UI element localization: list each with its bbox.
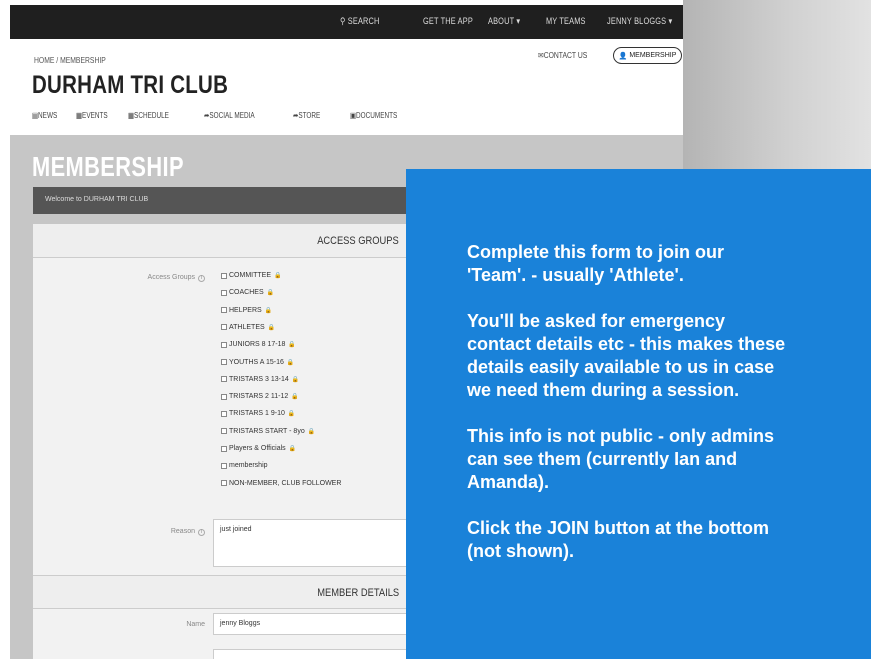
page-title: MEMBERSHIP <box>32 151 184 182</box>
access-group-checkbox[interactable]: ATHLETES 🔒 <box>221 324 275 331</box>
lock-icon: 🔒 <box>288 342 296 349</box>
user-menu[interactable]: JENNY BLOGGS ▾ <box>607 16 672 27</box>
lock-icon: 🔒 <box>288 446 297 452</box>
nav-events[interactable]: ▦EVENTS <box>76 111 108 120</box>
membership-button[interactable]: 👤 MEMBERSHIP <box>613 47 682 64</box>
nav-documents[interactable]: ▣DOCUMENTS <box>350 111 397 120</box>
access-group-checkbox[interactable]: TRISTARS 2 11-12 🔒 <box>221 393 299 400</box>
access-group-label: TRISTARS 3 13-14 <box>229 375 289 383</box>
access-group-label: TRISTARS 1 9-10 <box>229 410 285 418</box>
access-group-label: JUNIORS 8 17-18 <box>229 341 286 349</box>
access-group-label: ATHLETES <box>229 323 265 331</box>
breadcrumb[interactable]: HOME / MEMBERSHIP <box>34 56 106 65</box>
chevron-down-icon: ▾ <box>516 16 521 26</box>
access-group-checkbox[interactable]: JUNIORS 8 17-18 🔒 <box>221 341 296 348</box>
access-group-label: TRISTARS 2 11-12 <box>229 393 289 401</box>
lock-icon: 🔒 <box>286 359 295 366</box>
nav-news[interactable]: ▤NEWS <box>32 111 57 120</box>
contact-us-link[interactable]: ✉CONTACT US <box>538 51 587 60</box>
lock-icon: 🔒 <box>307 428 316 435</box>
checkbox[interactable] <box>221 445 227 452</box>
access-group-label: HELPERS <box>229 306 262 314</box>
lock-icon: 🔒 <box>291 376 300 383</box>
overlay-paragraph-3: This info is not public - only admins can… <box>467 426 775 492</box>
lock-icon: 🔒 <box>264 307 273 314</box>
access-group-checkbox[interactable]: Players & Officials 🔒 <box>221 445 296 452</box>
nav-store[interactable]: ➦STORE <box>293 111 320 120</box>
access-group-checkbox[interactable]: TRISTARS START - 8yo 🔒 <box>221 428 315 435</box>
checkbox[interactable] <box>221 480 227 487</box>
access-group-label: COMMITTEE <box>229 272 271 279</box>
checkbox[interactable] <box>221 359 227 365</box>
checkbox[interactable] <box>221 272 227 279</box>
access-group-checkbox[interactable]: COMMITTEE 🔒 <box>221 272 281 279</box>
checkbox[interactable] <box>221 324 227 331</box>
my-teams-link[interactable]: MY TEAMS <box>546 16 586 26</box>
checkbox[interactable] <box>221 462 227 469</box>
club-header: HOME / MEMBERSHIP DURHAM TRI CLUB ✉CONTA… <box>10 39 683 135</box>
top-navbar: ⚲ SEARCH GET THE APP ABOUT ▾ MY TEAMS JE… <box>10 5 683 39</box>
access-group-checkbox[interactable]: TRISTARS 3 13-14 🔒 <box>221 376 299 383</box>
instructions-overlay: Complete this form to join our 'Team'. - … <box>406 169 871 659</box>
checkbox[interactable] <box>221 393 227 400</box>
overlay-paragraph-2: You'll be asked for emergency contact det… <box>467 311 786 400</box>
info-icon: i <box>198 275 205 282</box>
name-label: Name <box>186 621 205 628</box>
access-group-label: membership <box>229 462 268 470</box>
access-group-label: YOUTHS A 15-16 <box>229 358 284 366</box>
access-group-label: COACHES <box>229 289 264 297</box>
nav-social-media[interactable]: ➦SOCIAL MEDIA <box>204 111 255 120</box>
access-group-label: TRISTARS START - 8yo <box>229 427 305 435</box>
checkbox[interactable] <box>221 289 227 296</box>
checkbox[interactable] <box>221 410 227 417</box>
checkbox[interactable] <box>221 307 227 314</box>
search-link[interactable]: ⚲ SEARCH <box>340 16 380 27</box>
nav-schedule[interactable]: ▦SCHEDULE <box>128 111 169 120</box>
get-app-link[interactable]: GET THE APP <box>423 16 473 26</box>
user-icon: 👤 <box>618 52 628 60</box>
lock-icon: 🔒 <box>291 394 299 401</box>
lock-icon: 🔒 <box>267 324 276 331</box>
lock-icon: 🔒 <box>274 273 282 279</box>
club-name[interactable]: DURHAM TRI CLUB <box>32 71 228 100</box>
checkbox[interactable] <box>221 341 227 348</box>
access-group-checkbox[interactable]: NON-MEMBER, CLUB FOLLOWER <box>221 480 341 487</box>
info-icon: i <box>198 529 205 536</box>
access-group-label: Players & Officials <box>229 445 286 452</box>
checkbox[interactable] <box>221 376 227 383</box>
access-groups-label: Access Groups i <box>148 274 205 282</box>
search-icon: ⚲ <box>340 16 348 26</box>
overlay-paragraph-4: Click the JOIN button at the bottom (not … <box>467 518 769 561</box>
lock-icon: 🔒 <box>287 411 296 418</box>
access-group-checkbox[interactable]: TRISTARS 1 9-10 🔒 <box>221 410 295 417</box>
chevron-down-icon: ▾ <box>668 16 673 26</box>
reason-label: Reason i <box>171 528 205 536</box>
overlay-paragraph-1: Complete this form to join our 'Team'. - … <box>467 242 724 285</box>
access-group-checkbox[interactable]: membership <box>221 462 268 469</box>
about-menu[interactable]: ABOUT ▾ <box>488 16 520 27</box>
access-group-checkbox[interactable]: HELPERS 🔒 <box>221 307 272 314</box>
access-group-checkbox[interactable]: COACHES 🔒 <box>221 289 274 296</box>
checkbox[interactable] <box>221 428 227 435</box>
access-group-label: NON-MEMBER, CLUB FOLLOWER <box>229 479 342 487</box>
lock-icon: 🔒 <box>266 290 275 297</box>
access-group-checkbox[interactable]: YOUTHS A 15-16 🔒 <box>221 359 294 366</box>
